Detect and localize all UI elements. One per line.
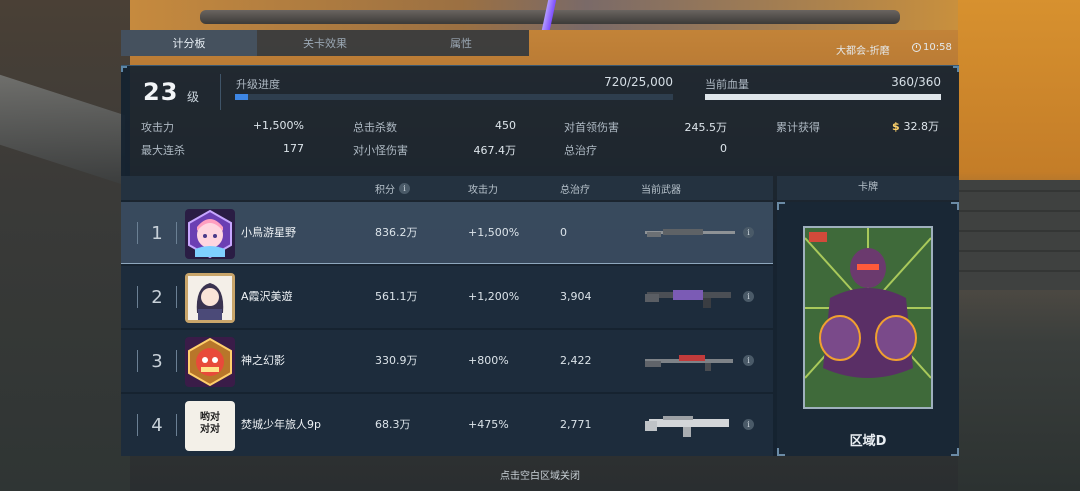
- avatar: [185, 337, 235, 387]
- row-rank: 2: [137, 266, 177, 328]
- row-score: 561.1万: [375, 290, 418, 303]
- weapon-info-icon[interactable]: i: [743, 291, 754, 302]
- stat-earned-label: 累计获得: [776, 121, 820, 134]
- header-score-label: 积分: [375, 185, 395, 196]
- row-score: 68.3万: [375, 418, 411, 431]
- scoreboard-panel: 23 级 升级进度 720/25,000 当前血量 360/360 攻击力 +1…: [121, 65, 959, 456]
- player-name: 小鳥游星野: [241, 226, 296, 239]
- card-panel: 区域D: [777, 202, 959, 456]
- table-header: 积分 i 攻击力 总治疗 当前武器: [121, 176, 773, 200]
- weapon-sniper-rifle-icon: [645, 355, 733, 371]
- row-score: 330.9万: [375, 354, 418, 367]
- stat-total-kills-value: 450: [495, 119, 516, 132]
- player-name: A霞沢美遊: [241, 290, 293, 303]
- close-hint[interactable]: 点击空白区域关闭: [0, 467, 1080, 482]
- card-corner: [777, 448, 785, 456]
- divider: [220, 74, 221, 110]
- weapon-info-icon[interactable]: i: [743, 227, 754, 238]
- row-rank: 3: [137, 330, 177, 392]
- level-number: 23: [143, 78, 179, 106]
- background-left-scene: [0, 0, 130, 491]
- stat-attack-label: 攻击力: [141, 121, 174, 134]
- panel-corner: [953, 66, 959, 72]
- stat-total-heal-value: 0: [720, 142, 727, 155]
- table-row[interactable]: 3 神之幻影 330.9万 +800% 2,422 i: [121, 330, 773, 392]
- stat-minion-damage-label: 对小怪伤害: [353, 144, 408, 157]
- stat-attack-value: +1,500%: [252, 119, 304, 132]
- card-image[interactable]: [803, 226, 933, 409]
- header-score: 积分 i: [375, 181, 410, 196]
- avatar: [185, 209, 235, 259]
- tab-bar: 计分板 关卡效果 属性: [121, 30, 529, 56]
- row-rank: 1: [137, 202, 177, 264]
- clock: 10:58: [912, 42, 952, 53]
- stat-minion-damage-value: 467.4万: [473, 144, 517, 157]
- xp-label: 升级进度: [236, 78, 280, 91]
- tab-stage-effects[interactable]: 关卡效果: [257, 30, 393, 56]
- header-heal: 总治疗: [560, 185, 590, 196]
- info-icon[interactable]: i: [399, 183, 410, 194]
- avatar: 哟对 对对: [185, 401, 235, 451]
- card-corner: [777, 202, 785, 210]
- clock-icon: [912, 43, 921, 52]
- background-wall: [958, 180, 1080, 290]
- stat-max-combo-label: 最大连杀: [141, 144, 185, 157]
- stat-boss-damage-value: 245.5万: [684, 121, 728, 134]
- hp-bar: [705, 94, 941, 100]
- stat-earned-amount: 32.8万: [903, 120, 940, 133]
- clock-time: 10:58: [923, 42, 952, 53]
- card-name: 区域D: [849, 434, 887, 449]
- weapon-info-icon[interactable]: i: [743, 355, 754, 366]
- weapon-rifle-icon: [645, 290, 731, 308]
- level-unit: 级: [187, 90, 200, 104]
- table-row[interactable]: 1 小鳥游星野 836.2万 +1,500% 0 i: [121, 202, 773, 264]
- header-weapon: 当前武器: [641, 185, 681, 196]
- stat-earned-value: $ 32.8万: [861, 118, 939, 134]
- xp-progress-bar: [235, 94, 673, 100]
- row-heal: 0: [560, 226, 567, 239]
- row-attack: +1,500%: [468, 226, 520, 239]
- stat-boss-damage-label: 对首领伤害: [564, 121, 619, 134]
- panel-corner: [121, 66, 127, 72]
- row-heal: 2,422: [560, 354, 592, 367]
- row-score: 836.2万: [375, 226, 418, 239]
- avatar: [185, 273, 235, 323]
- stat-total-heal-label: 总治疗: [564, 144, 597, 157]
- xp-progress-fill: [235, 94, 248, 100]
- stat-max-combo-value: 177: [283, 142, 304, 155]
- table-row[interactable]: 2 A霞沢美遊 561.1万 +1,200% 3,904 i: [121, 266, 773, 328]
- row-heal: 2,771: [560, 418, 592, 431]
- header-card: 卡牌: [777, 176, 959, 200]
- stat-total-kills-label: 总击杀数: [353, 121, 397, 134]
- hp-value: 360/360: [891, 75, 941, 89]
- currency-icon: $: [892, 120, 900, 133]
- hp-label: 当前血量: [705, 78, 749, 91]
- weapon-assault-rifle-icon: [645, 416, 729, 437]
- hp-fill: [705, 94, 941, 100]
- location-label: 大都会-折磨: [836, 46, 890, 57]
- header-attack: 攻击力: [468, 185, 498, 196]
- xp-value: 720/25,000: [604, 75, 673, 89]
- player-name: 神之幻影: [241, 354, 285, 367]
- row-heal: 3,904: [560, 290, 592, 303]
- row-attack: +1,200%: [468, 290, 520, 303]
- card-corner: [951, 448, 959, 456]
- row-attack: +800%: [468, 354, 509, 367]
- weapon-info-icon[interactable]: i: [743, 419, 754, 430]
- row-attack: +475%: [468, 418, 509, 431]
- tab-scoreboard[interactable]: 计分板: [121, 30, 257, 56]
- player-name: 焚城少年旅人9p: [241, 418, 321, 431]
- card-corner: [951, 202, 959, 210]
- table-row[interactable]: 4 哟对 对对 焚城少年旅人9p 68.3万 +475% 2,771 i: [121, 394, 773, 456]
- avatar-text: 哟对 对对: [200, 412, 220, 435]
- weapon-sniper-icon: [645, 229, 735, 237]
- row-rank: 4: [137, 394, 177, 456]
- tab-attributes[interactable]: 属性: [393, 30, 529, 56]
